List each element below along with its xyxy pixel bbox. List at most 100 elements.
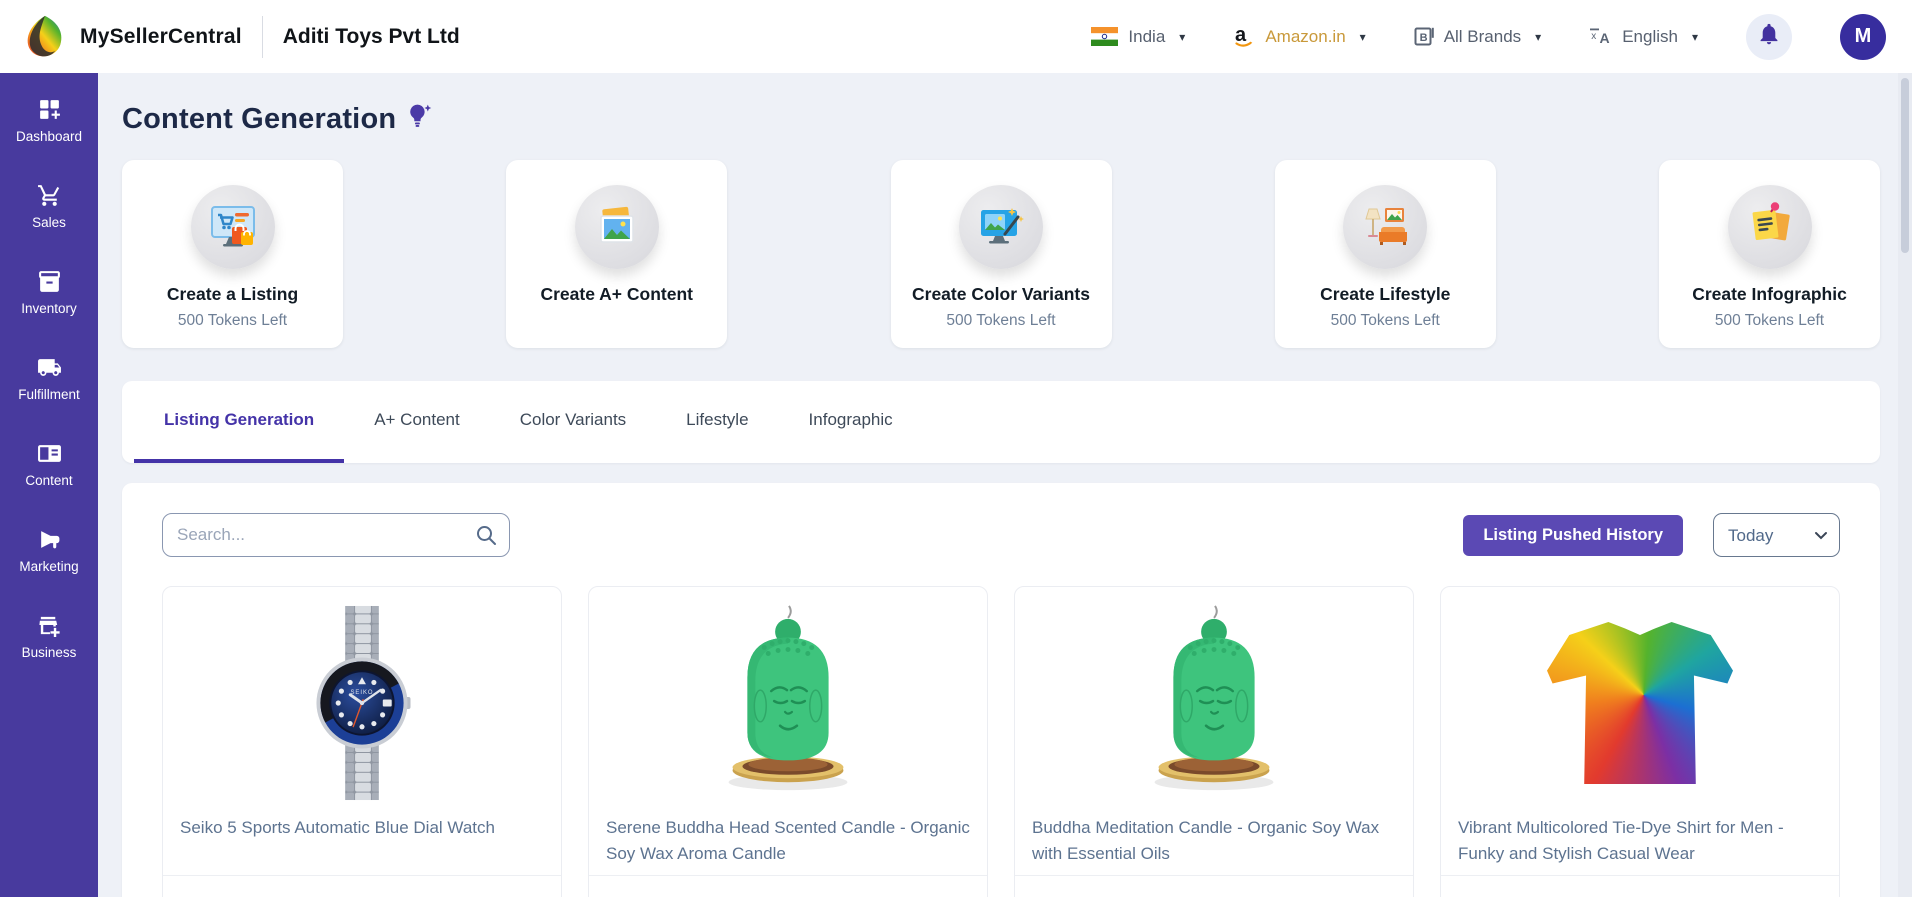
buddha-product-image <box>1015 587 1413 799</box>
product-grid: SEIKO Seiko 5 Sports Automatic Blue Dial… <box>162 586 1840 897</box>
header-controls: India ▾ a Amazon.in ▾ B All Brands ▾ xA … <box>1091 13 1886 60</box>
country-label: India <box>1128 26 1166 46</box>
action-card-create-color-variants[interactable]: Create Color Variants 500 Tokens Left <box>890 160 1112 348</box>
country-dropdown[interactable]: India ▾ <box>1091 27 1185 47</box>
svg-text:A: A <box>1600 30 1610 46</box>
content-icon <box>37 441 62 466</box>
sidebar-item-business[interactable]: Business <box>0 607 98 660</box>
marketplace-label: Amazon.in <box>1265 26 1346 46</box>
tokens-left-label: 500 Tokens Left <box>177 312 288 329</box>
product-title: Seiko 5 Sports Automatic Blue Dial Watch <box>180 818 495 837</box>
action-card-create-infographic[interactable]: Create Infographic 500 Tokens Left <box>1659 160 1880 348</box>
aplus-icon <box>574 185 659 269</box>
watch-product-image: SEIKO <box>163 587 561 801</box>
storefront-icon <box>37 613 62 638</box>
chevron-down-icon: ▾ <box>1691 29 1698 44</box>
chevron-down-icon: ▾ <box>1535 29 1542 44</box>
date-filter: Today <box>1713 513 1840 557</box>
avatar-initial: M <box>1854 25 1872 47</box>
company-name: Aditi Toys Pvt Ltd <box>282 24 460 48</box>
scrollbar-thumb[interactable] <box>1901 78 1909 253</box>
tab-color-variants[interactable]: Color Variants <box>490 381 656 463</box>
product-card[interactable]: Buddha Meditation Candle - Organic Soy W… <box>1014 586 1414 897</box>
vertical-scrollbar[interactable] <box>1898 73 1912 897</box>
tokens-left-label: 500 Tokens Left <box>946 312 1056 329</box>
product-title: Buddha Meditation Candle - Organic Soy W… <box>1032 818 1380 864</box>
listing-generation-panel: Listing Pushed History Today SEIKO <box>122 483 1880 897</box>
amazon-icon: a <box>1233 23 1255 50</box>
brand-name: MySellerCentral <box>80 24 242 48</box>
svg-text:x: x <box>1591 31 1596 42</box>
tab-lifestyle[interactable]: Lifestyle <box>656 381 778 463</box>
truck-icon <box>37 355 62 380</box>
sidebar-item-content[interactable]: Content <box>0 435 98 488</box>
page-title: Content Generation <box>122 103 397 135</box>
brand-badge-icon: B <box>1414 26 1434 47</box>
bell-icon <box>1757 22 1781 51</box>
sidebar-nav: Dashboard Sales Inventory Fulfillment Co… <box>0 91 98 693</box>
dashboard-icon <box>37 97 62 122</box>
tabs-bar: Listing Generation A+ Content Color Vari… <box>122 381 1880 463</box>
action-card-label: Create Lifestyle <box>1320 284 1451 304</box>
action-card-label: Create Infographic <box>1692 284 1847 304</box>
brands-dropdown[interactable]: B All Brands ▾ <box>1414 26 1542 47</box>
product-card[interactable]: Vibrant Multicolored Tie-Dye Shirt for M… <box>1440 586 1840 897</box>
sidebar-item-inventory[interactable]: Inventory <box>0 263 98 316</box>
lifestyle-icon <box>1343 185 1428 269</box>
listing-icon <box>190 185 275 269</box>
main-content: Content Generation Create a Listing 500 … <box>98 73 1912 897</box>
chevron-down-icon: ▾ <box>1179 29 1186 44</box>
bulb-sparkle-icon <box>406 102 433 129</box>
action-card-label: Create a Listing <box>166 284 299 304</box>
sidebar-item-dashboard[interactable]: Dashboard <box>0 91 98 144</box>
action-card-label: Create A+ Content <box>540 284 693 304</box>
cart-icon <box>37 183 62 208</box>
language-label: English <box>1622 26 1678 46</box>
chevron-down-icon: ▾ <box>1359 29 1366 44</box>
tab-listing-generation[interactable]: Listing Generation <box>134 381 345 463</box>
tab-a-content[interactable]: A+ Content <box>344 381 490 463</box>
product-card[interactable]: SEIKO Seiko 5 Sports Automatic Blue Dial… <box>162 586 562 897</box>
action-card-create-a-content[interactable]: Create A+ Content <box>506 160 728 348</box>
top-bar: MySellerCentral Aditi Toys Pvt Ltd India… <box>0 0 1912 73</box>
app-logo <box>22 14 68 60</box>
svg-text:B: B <box>1419 32 1427 44</box>
card-divider <box>1441 875 1839 876</box>
tab-infographic[interactable]: Infographic <box>779 381 923 463</box>
sidebar-item-fulfillment[interactable]: Fulfillment <box>0 349 98 402</box>
action-card-create-a-listing[interactable]: Create a Listing 500 Tokens Left <box>122 160 343 348</box>
translate-icon: xA <box>1589 26 1612 47</box>
tokens-left-label: 500 Tokens Left <box>1714 312 1825 329</box>
search-input[interactable] <box>162 513 510 557</box>
search-icon <box>474 523 498 552</box>
sidebar-item-sales[interactable]: Sales <box>0 177 98 230</box>
variants-icon <box>959 185 1043 269</box>
user-avatar[interactable]: M <box>1840 13 1886 60</box>
card-divider <box>1015 875 1413 876</box>
notifications-button[interactable] <box>1746 13 1792 60</box>
search-box <box>162 513 510 557</box>
date-filter-select[interactable]: Today <box>1713 513 1840 557</box>
buddha-product-image <box>589 587 987 799</box>
toolbar: Listing Pushed History Today <box>162 513 1840 557</box>
inventory-icon <box>37 269 62 294</box>
product-card[interactable]: Serene Buddha Head Scented Candle - Orga… <box>588 586 988 897</box>
sidebar-item-marketing[interactable]: Marketing <box>0 521 98 574</box>
india-flag-icon <box>1091 27 1119 46</box>
tokens-left-label: 500 Tokens Left <box>1330 312 1440 329</box>
sidebar: Dashboard Sales Inventory Fulfillment Co… <box>0 73 98 897</box>
header-divider <box>261 15 263 58</box>
svg-text:SEIKO: SEIKO <box>350 690 373 696</box>
action-cards-row: Create a Listing 500 Tokens Left Create … <box>122 160 1880 348</box>
product-title: Serene Buddha Head Scented Candle - Orga… <box>606 818 970 864</box>
megaphone-icon <box>37 527 62 552</box>
marketplace-dropdown[interactable]: a Amazon.in ▾ <box>1233 23 1366 50</box>
action-card-create-lifestyle[interactable]: Create Lifestyle 500 Tokens Left <box>1274 160 1496 348</box>
language-dropdown[interactable]: xA English ▾ <box>1589 26 1698 47</box>
infographic-icon <box>1727 185 1812 269</box>
action-card-label: Create Color Variants <box>912 284 1090 304</box>
tiedye-product-image <box>1441 587 1839 799</box>
listing-pushed-history-button[interactable]: Listing Pushed History <box>1463 514 1683 556</box>
card-divider <box>589 875 987 876</box>
brands-label: All Brands <box>1443 26 1522 46</box>
